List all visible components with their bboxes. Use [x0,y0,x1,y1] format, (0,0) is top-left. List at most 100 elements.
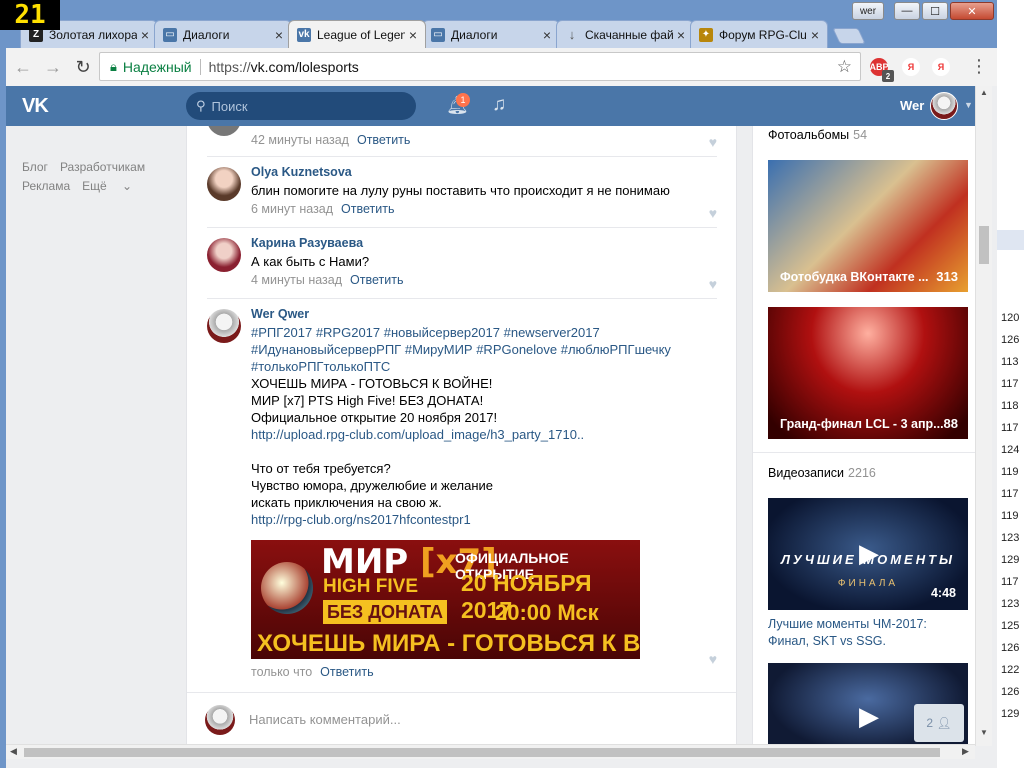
bg-window-number: 117 [1001,576,1019,588]
comment-time[interactable]: 4 минуты назад [251,273,342,287]
vertical-scroll-thumb[interactable] [979,226,989,264]
comment-time[interactable]: 6 минут назад [251,202,333,216]
like-heart-icon[interactable]: ♥ [709,651,717,667]
music-note-icon[interactable]: ♫ [492,94,506,116]
like-heart-icon[interactable]: ♥ [709,276,717,292]
comment-time[interactable]: 42 минуты назад [251,133,349,147]
scroll-left-arrow-icon[interactable]: ◀ [10,746,17,757]
new-comment-box[interactable]: Написать комментарий... [187,692,736,746]
new-tab-button[interactable] [832,28,866,44]
tab-close-icon[interactable]: × [141,27,149,43]
yandex-bar-extension-icon[interactable]: Я [932,58,950,76]
tab-downloads[interactable]: ↓ Скачанные файлы × [556,20,694,48]
bg-window-number: 113 [1001,356,1019,368]
reply-button[interactable]: Ответить [341,202,394,216]
horizontal-scroll-thumb[interactable] [24,748,940,757]
scroll-down-arrow-icon[interactable]: ▼ [980,728,988,737]
background-window: 120 126 113 117 118 117 124 119 117 119 123 129 117 1… [996,0,1024,768]
album-title: Гранд-финал LCL - 3 апр... [780,417,944,431]
like-heart-icon[interactable]: ♥ [709,205,717,221]
blog-link[interactable]: Блог [22,160,48,174]
reply-button[interactable]: Ответить [320,665,373,679]
album-card[interactable]: Фотобудка ВКонтакте ... 313 [768,160,968,292]
bg-window-number: 129 [1001,554,1020,566]
videos-header[interactable]: Видеозаписи 2216 [768,466,876,480]
comment-author[interactable]: Olya Kuznetsova [251,165,717,179]
comment-item: 42 минуты назад Ответить ♥ [207,126,717,157]
url-host: vk.com/lolesports [250,58,359,75]
ads-link[interactable]: Реклама [22,179,70,193]
yandex-extension-icon[interactable]: Я [902,58,920,76]
scroll-right-arrow-icon[interactable]: ▶ [962,746,969,757]
play-icon[interactable]: ▶ [852,536,886,570]
chevron-down-icon[interactable]: ▼ [964,100,973,110]
banner-time: 20:00 Мск [495,600,599,625]
banner-emblem-icon [261,562,313,614]
profile-button[interactable]: wer [852,2,884,20]
vk-search-input[interactable]: ⚲ Поиск [186,92,416,120]
vertical-scrollbar[interactable]: ▲ ▼ [975,86,992,746]
comment-meta: 6 минут назад Ответить [251,202,717,216]
back-arrow-icon[interactable]: ← [10,54,36,80]
reply-button[interactable]: Ответить [350,273,403,287]
video-card[interactable]: ЛУЧШИЕ МОМЕНТЫ ФИНАЛА ▶ 4:48 [768,498,968,610]
play-icon[interactable]: ▶ [852,699,886,733]
comment-author[interactable]: Wer Qwer [251,307,717,321]
comment-avatar[interactable] [207,309,241,343]
bg-window-number: 120 [1001,312,1020,324]
tab-close-icon[interactable]: × [811,27,819,43]
comment-body: 42 минуты назад Ответить [251,130,717,147]
tab-close-icon[interactable]: × [543,27,551,43]
more-link[interactable]: Ещё ⌄ [82,179,132,193]
album-count: 88 [943,416,958,431]
comment-time[interactable]: только что [251,665,312,679]
albums-header[interactable]: Фотоальбомы 54 [768,128,867,142]
tab-dialogs-1[interactable]: ▭ Диалоги × [154,20,292,48]
header-avatar[interactable] [930,92,958,120]
vk-logo-icon[interactable]: VK [22,95,58,117]
post-link[interactable]: http://rpg-club.org/ns2017hfcontestpr1 [251,511,717,528]
forward-arrow-icon[interactable]: → [40,54,66,80]
tab-dialogs-2[interactable]: ▭ Диалоги × [422,20,560,48]
omnibox-separator [199,58,201,75]
videos-label: Видеозаписи [768,466,845,480]
tab-close-icon[interactable]: × [409,27,417,43]
hashtags[interactable]: #РПГ2017 #RPG2017 #новыйсервер2017 #news… [251,324,717,375]
vk-page: VK ⚲ Поиск 🔔︎ 1 ♫ Wer ▼ Блог Разработчика… [6,86,997,768]
reload-icon[interactable]: ↻ [70,54,96,80]
bg-window-strip [997,230,1024,250]
scroll-up-arrow-icon[interactable]: ▲ [980,88,988,97]
post-line: Чувство юмора, дружелюбие и желание [251,478,493,493]
reply-button[interactable]: Ответить [357,133,410,147]
overlay-counter: 21 [0,0,60,30]
minimize-button[interactable]: — [894,2,920,20]
horizontal-scrollbar[interactable]: ◀ ▶ [6,744,975,759]
tab-close-icon[interactable]: × [275,27,283,43]
banner-highfive: HIGH FIVE [323,576,419,597]
albums-label: Фотоальбомы [768,128,850,142]
comment-avatar[interactable] [207,167,241,201]
tab-close-icon[interactable]: × [677,27,685,43]
comment-avatar[interactable] [207,126,241,136]
video-title[interactable]: Лучшие моменты ЧМ-2017: Финал, SKT vs SS… [768,616,968,650]
bookmark-star-icon[interactable]: ☆ [837,57,852,77]
like-heart-icon[interactable]: ♥ [709,134,717,150]
developers-link[interactable]: Разработчикам [60,160,145,174]
comment-avatar[interactable] [207,238,241,272]
album-card[interactable]: Гранд-финал LCL - 3 апр... 88 [768,307,968,439]
header-user-name[interactable]: Wer [900,98,924,113]
bg-window-number: 126 [1001,686,1020,698]
album-count: 313 [936,269,958,284]
left-footer-menu: Блог Разработчикам Реклама Ещё ⌄ [22,158,157,196]
friends-online-button[interactable]: 2 👤︎ [914,704,964,742]
friends-online-count: 2 [926,716,934,730]
post-banner-image[interactable]: МИР [x7] HIGH FIVE БЕЗ ДОНАТА ОФИЦИАЛЬНО… [251,540,640,659]
comment-author[interactable]: Карина Разуваева [251,236,717,250]
browser-menu-icon[interactable]: ⋮ [970,56,988,77]
address-bar[interactable]: 🔒︎ Надежный https:// vk.com/lolesports ☆ [99,52,861,81]
tab-rpg-club-forum[interactable]: ✦ Форум RPG-Club × [690,20,828,48]
close-window-button[interactable]: ✕ [950,2,994,20]
maximize-button[interactable]: ☐ [922,2,948,20]
post-link[interactable]: http://upload.rpg-club.com/upload_image/… [251,426,717,443]
tab-league-of-legends[interactable]: vk League of Legends × [288,20,426,48]
